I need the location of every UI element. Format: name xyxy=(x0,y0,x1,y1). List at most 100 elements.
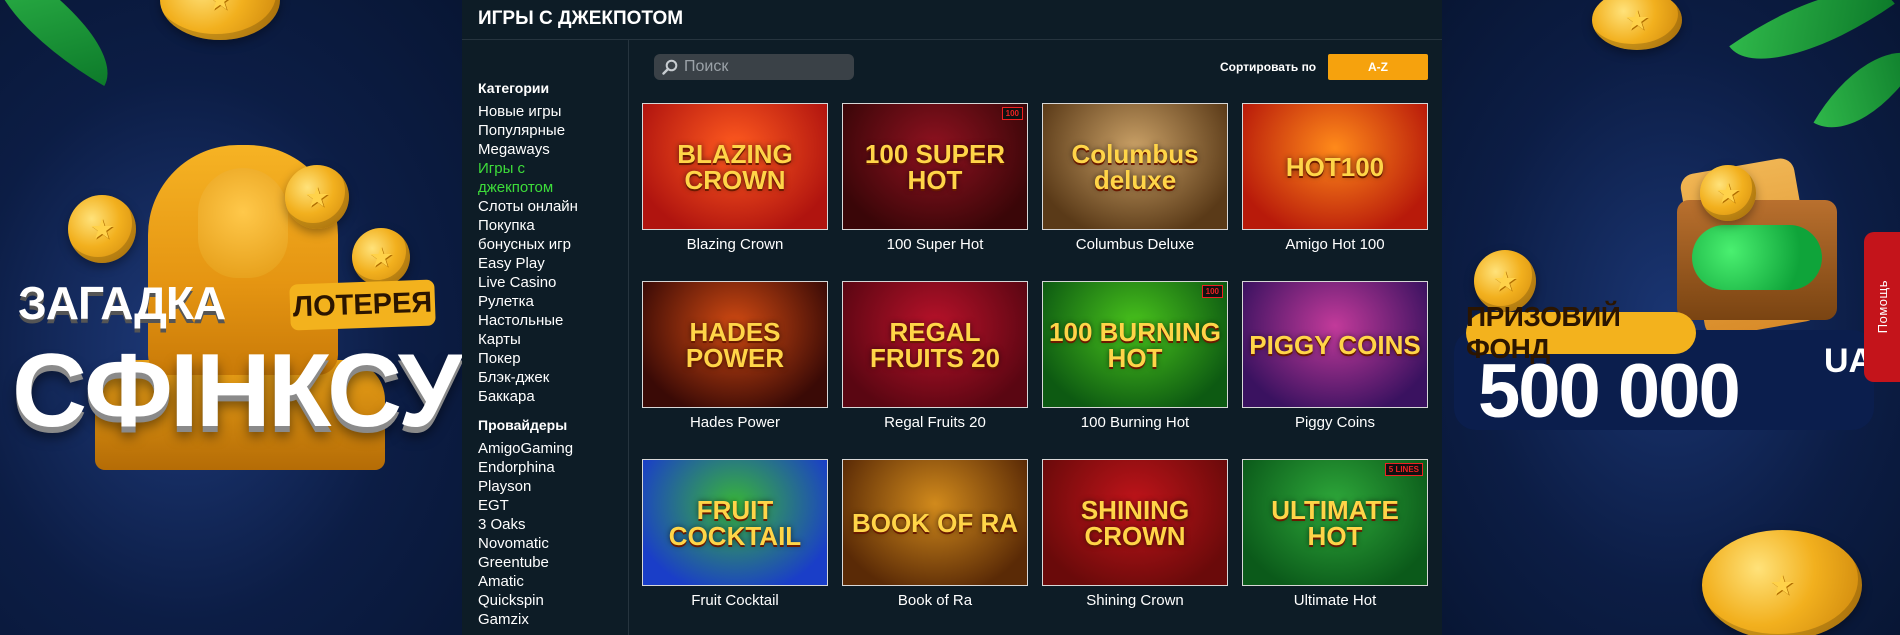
game-logo-art: 100 BURNING HOT xyxy=(1049,316,1221,373)
game-tile[interactable]: 100 SUPER HOT 100 100 Super Hot xyxy=(842,103,1028,281)
game-tile[interactable]: SHINING CROWN Shining Crown xyxy=(1042,459,1228,635)
game-title[interactable]: Book of Ra xyxy=(842,592,1028,612)
game-tile[interactable]: Columbus deluxe Columbus Deluxe xyxy=(1042,103,1228,281)
right-promo-banner[interactable]: ПРИЗОВИЙ ФОНД 500 000 UAH Помощь xyxy=(1442,0,1900,635)
divider xyxy=(628,40,629,635)
game-logo-art: SHINING CROWN xyxy=(1080,494,1190,551)
game-thumbnail[interactable]: HADES POWER xyxy=(642,281,828,408)
game-title[interactable]: Hades Power xyxy=(642,414,828,434)
banner-ribbon-label: ЛОТЕРЕЯ xyxy=(289,279,436,331)
sidebar-category-item[interactable]: бонусных игр xyxy=(478,235,623,254)
lines-badge: 100 xyxy=(1201,285,1223,298)
sidebar-provider-item[interactable]: 3 Oaks xyxy=(478,515,623,534)
divider xyxy=(462,39,1442,40)
sidebar-category-item[interactable]: Live Casino xyxy=(478,273,623,292)
sidebar-category-item[interactable]: джекпотом xyxy=(478,178,623,197)
game-tile[interactable]: 100 BURNING HOT 100 100 Burning Hot xyxy=(1042,281,1228,459)
sidebar-category-item[interactable]: Популярные xyxy=(478,121,623,140)
game-thumbnail[interactable]: REGAL FRUITS 20 xyxy=(842,281,1028,408)
sort-dropdown-button[interactable]: A-Z xyxy=(1328,54,1428,80)
dollar-coin-decoration xyxy=(160,0,280,40)
sidebar-category-item[interactable]: Карты xyxy=(478,330,623,349)
game-logo-art: ULTIMATE HOT xyxy=(1271,494,1399,551)
game-tile[interactable]: ULTIMATE HOT 5 LINES Ultimate Hot xyxy=(1242,459,1428,635)
game-thumbnail[interactable]: ULTIMATE HOT 5 LINES xyxy=(1242,459,1428,586)
help-tab-button[interactable]: Помощь xyxy=(1864,232,1900,382)
game-logo-art: HADES POWER xyxy=(685,316,785,373)
game-thumbnail[interactable]: BLAZING CROWN xyxy=(642,103,828,230)
sphinx-face-decoration xyxy=(198,168,288,278)
game-tile[interactable]: HOT100 Amigo Hot 100 xyxy=(1242,103,1428,281)
sidebar-category-item[interactable]: Игры с xyxy=(478,159,623,178)
providers-heading: Провайдеры xyxy=(478,417,568,433)
sidebar-category-item[interactable]: Easy Play xyxy=(478,254,623,273)
game-thumbnail[interactable]: BOOK OF RA xyxy=(842,459,1028,586)
game-title[interactable]: Fruit Cocktail xyxy=(642,592,828,612)
game-thumbnail[interactable]: 100 BURNING HOT 100 xyxy=(1042,281,1228,408)
sidebar-provider-item[interactable]: AmigoGaming xyxy=(478,439,623,458)
sidebar-provider-item[interactable]: Endorphina xyxy=(478,458,623,477)
search-input[interactable] xyxy=(684,58,844,76)
left-promo-banner[interactable]: ЗАГАДКА ЛОТЕРЕЯ СФІНКСУ xyxy=(0,0,462,635)
game-thumbnail[interactable]: Columbus deluxe xyxy=(1042,103,1228,230)
game-tile[interactable]: PIGGY COINS Piggy Coins xyxy=(1242,281,1428,459)
palm-leaf-decoration xyxy=(0,0,135,86)
game-logo-art: Columbus deluxe xyxy=(1071,138,1199,195)
game-tile[interactable]: BOOK OF RA Book of Ra xyxy=(842,459,1028,635)
game-title[interactable]: Piggy Coins xyxy=(1242,414,1428,434)
sidebar-category-item[interactable]: Слоты онлайн xyxy=(478,197,623,216)
sidebar-provider-item[interactable]: Gamzix xyxy=(478,610,623,629)
sidebar-provider-item[interactable]: Amatic xyxy=(478,572,623,591)
sidebar-category-item[interactable]: Новые игры xyxy=(478,102,623,121)
sidebar-provider-item[interactable]: Greentube xyxy=(478,553,623,572)
sidebar-provider-item[interactable]: Quickspin xyxy=(478,591,623,610)
help-tab-label: Помощь xyxy=(1874,280,1890,334)
game-logo-art: PIGGY COINS xyxy=(1249,329,1421,360)
page-title: ИГРЫ С ДЖЕКПОТОМ xyxy=(478,8,684,29)
coin-decoration xyxy=(1592,0,1682,50)
game-tile[interactable]: HADES POWER Hades Power xyxy=(642,281,828,459)
game-title[interactable]: Regal Fruits 20 xyxy=(842,414,1028,434)
game-title[interactable]: Shining Crown xyxy=(1042,592,1228,612)
sidebar-category-item[interactable]: Баккара xyxy=(478,387,623,406)
game-title[interactable]: Ultimate Hot xyxy=(1242,592,1428,612)
sort-label: Сортировать по xyxy=(1220,60,1317,74)
providers-list: AmigoGaming Endorphina Playson EGT 3 Oaks Nov… xyxy=(478,439,623,629)
sidebar-category-item[interactable]: Megaways xyxy=(478,140,623,159)
sidebar-category-item[interactable]: Настольные xyxy=(478,311,623,330)
coin-decoration xyxy=(352,228,410,286)
emerald-gems-decoration xyxy=(1692,225,1822,290)
sidebar-provider-item[interactable]: Novomatic xyxy=(478,534,623,553)
sidebar-category-item[interactable]: Покупка xyxy=(478,216,623,235)
lines-badge: 100 xyxy=(1001,107,1023,120)
game-tile[interactable]: REGAL FRUITS 20 Regal Fruits 20 xyxy=(842,281,1028,459)
game-tile[interactable]: BLAZING CROWN Blazing Crown xyxy=(642,103,828,281)
search-icon xyxy=(662,59,678,75)
game-tile[interactable]: FRUIT COCKTAIL Fruit Cocktail xyxy=(642,459,828,635)
game-thumbnail[interactable]: HOT100 xyxy=(1242,103,1428,230)
game-thumbnail[interactable]: PIGGY COINS xyxy=(1242,281,1428,408)
sidebar-provider-item[interactable]: Playson xyxy=(478,477,623,496)
game-title[interactable]: 100 Super Hot xyxy=(842,236,1028,256)
gold-coin-decoration xyxy=(1702,530,1862,635)
game-thumbnail[interactable]: 100 SUPER HOT 100 xyxy=(842,103,1028,230)
game-title[interactable]: Blazing Crown xyxy=(642,236,828,256)
sidebar-category-item[interactable]: Блэк-джек xyxy=(478,368,623,387)
prize-amount: 500 000 xyxy=(1478,349,1741,434)
sidebar-provider-item[interactable]: EGT xyxy=(478,496,623,515)
game-logo-art: FRUIT COCKTAIL xyxy=(668,494,802,551)
palm-leaf-decoration xyxy=(1813,27,1900,153)
game-title[interactable]: 100 Burning Hot xyxy=(1042,414,1228,434)
coin-decoration xyxy=(68,195,136,263)
filter-sidebar: Категории Новые игры Популярные Megaways Иг… xyxy=(478,80,623,629)
game-thumbnail[interactable]: FRUIT COCKTAIL xyxy=(642,459,828,586)
banner-title-line1: ЗАГАДКА xyxy=(18,277,226,329)
sidebar-category-item[interactable]: Рулетка xyxy=(478,292,623,311)
game-title[interactable]: Columbus Deluxe xyxy=(1042,236,1228,256)
banner-title-line2: СФІНКСУ xyxy=(12,333,462,449)
search-box[interactable] xyxy=(654,54,854,80)
game-logo-art: REGAL FRUITS 20 xyxy=(869,316,1001,373)
game-title[interactable]: Amigo Hot 100 xyxy=(1242,236,1428,256)
sidebar-category-item[interactable]: Покер xyxy=(478,349,623,368)
game-thumbnail[interactable]: SHINING CROWN xyxy=(1042,459,1228,586)
